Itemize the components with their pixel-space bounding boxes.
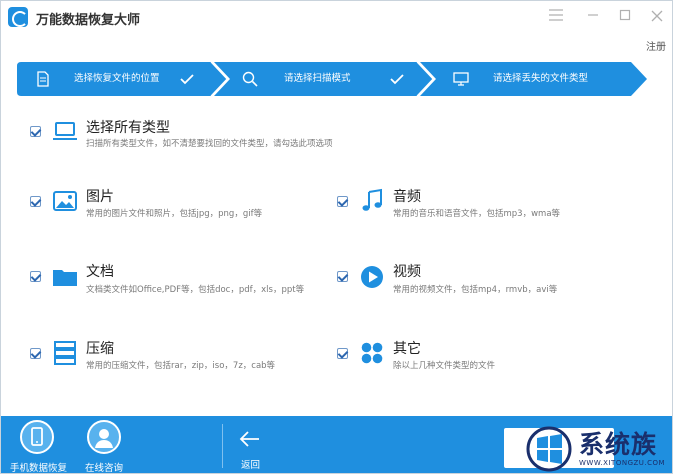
other-title: 其它 (393, 341, 421, 357)
app-title: 万能数据恢复大师 (36, 13, 141, 28)
video-desc: 常用的视频文件，包括mp4，rmvb，avi等 (393, 285, 558, 295)
video-title: 视频 (393, 264, 421, 280)
image-icon (52, 188, 78, 214)
close-icon[interactable] (647, 7, 667, 27)
search-icon (242, 71, 258, 87)
online-consult-button[interactable]: 在线咨询 (73, 420, 133, 474)
other-checkbox[interactable] (337, 348, 348, 359)
documents-title: 文档 (86, 264, 114, 280)
bottom-divider (222, 424, 223, 468)
register-link[interactable]: 注册 (646, 38, 666, 53)
documents-checkbox[interactable] (30, 271, 41, 282)
images-checkbox[interactable] (30, 196, 41, 207)
monitor-icon (453, 71, 469, 87)
images-title: 图片 (86, 189, 114, 205)
phone-icon (20, 420, 54, 454)
app-logo-icon (8, 7, 28, 27)
archive-checkbox[interactable] (30, 348, 41, 359)
all-types-title: 选择所有类型 (86, 120, 170, 136)
step-label: 请选择丢失的文件类型 (493, 73, 589, 84)
images-desc: 常用的图片文件和照片，包括jpg，png，gif等 (86, 209, 263, 219)
watermark-logo: 系统族 WWW.XITONGZU.COM (521, 423, 671, 473)
audio-checkbox[interactable] (337, 196, 348, 207)
step-file-type: 请选择丢失的文件类型 (433, 62, 643, 96)
archive-title: 压缩 (86, 341, 114, 357)
other-desc: 除以上几种文件类型的文件 (393, 361, 496, 371)
video-checkbox[interactable] (337, 271, 348, 282)
laptop-icon (52, 118, 78, 144)
documents-desc: 文档类文件如Office,PDF等，包括doc，pdf，xls，ppt等 (86, 285, 305, 295)
all-types-checkbox[interactable] (30, 126, 41, 137)
document-icon (35, 71, 51, 87)
title-bar: 万能数据恢复大师 (1, 1, 672, 33)
archive-icon (52, 340, 78, 366)
all-types-desc: 扫描所有类型文件，如不清楚要找回的文件类型，请勾选此项选项 (86, 139, 333, 149)
step-label: 选择恢复文件的位置 (74, 73, 160, 84)
back-label: 返回 (241, 460, 261, 471)
minimize-icon[interactable] (583, 7, 603, 27)
music-icon (359, 188, 385, 214)
play-icon (359, 264, 385, 290)
arrow-left-icon (237, 429, 261, 453)
app-window: 万能数据恢复大师 注册 选择恢复文件的位置 请选择扫描模式 请选择丢失的文件类型… (0, 0, 673, 474)
watermark-text: 系统族 (579, 430, 658, 459)
step-location: 选择恢复文件的位置 (17, 62, 217, 96)
menu-icon[interactable] (546, 7, 566, 27)
step-scan-mode: 请选择扫描模式 (227, 62, 427, 96)
folder-icon (52, 264, 78, 290)
audio-desc: 常用的音乐和语音文件，包括mp3，wma等 (393, 209, 561, 219)
archive-desc: 常用的压缩文件，包括rar，zip，iso，7z，cab等 (86, 361, 276, 371)
support-icon (87, 420, 121, 454)
steps-bar: 选择恢复文件的位置 请选择扫描模式 请选择丢失的文件类型 (17, 62, 647, 96)
step-label: 请选择扫描模式 (284, 73, 351, 84)
grid-icon (359, 340, 385, 366)
watermark-url: WWW.XITONGZU.COM (579, 459, 666, 467)
online-consult-label: 在线咨询 (85, 463, 124, 474)
audio-title: 音频 (393, 189, 421, 205)
maximize-icon[interactable] (615, 7, 635, 27)
phone-recovery-button[interactable]: 手机数据恢复 (6, 420, 67, 474)
windows-logo-icon (525, 426, 573, 474)
